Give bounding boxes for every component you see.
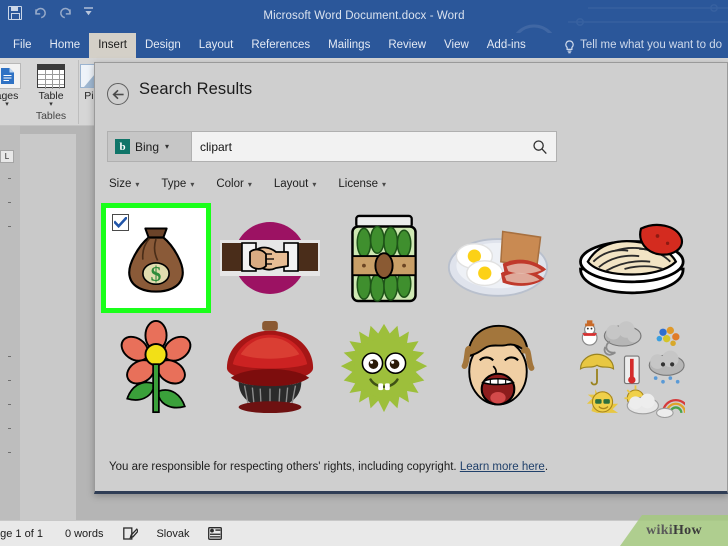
filter-layout-label: Layout: [273, 178, 309, 190]
search-engine-selector[interactable]: b Bing ▾: [107, 131, 191, 162]
tab-layout[interactable]: Layout: [190, 33, 243, 58]
proofing-errors-icon[interactable]: [123, 527, 140, 540]
title-bar: Microsoft Word Document.docx - Word: [0, 0, 728, 33]
tab-design[interactable]: Design: [136, 33, 190, 58]
filter-layout[interactable]: Layout ▾: [274, 178, 317, 190]
filter-size[interactable]: Size ▾: [109, 178, 139, 190]
watermark-how: How: [672, 522, 702, 538]
search-input[interactable]: [200, 139, 532, 154]
tab-view[interactable]: View: [435, 33, 478, 58]
tell-me-search[interactable]: Tell me what you want to do: [564, 33, 724, 58]
handshake-artwork: [215, 203, 325, 313]
filter-bar: Size ▾ Type ▾ Color ▾ Layout ▾ License ▾: [109, 173, 386, 195]
result-breakfast-plate-clipart[interactable]: [443, 203, 553, 313]
filter-size-label: Size: [109, 178, 132, 190]
result-pickle-jar-clipart[interactable]: [329, 203, 439, 313]
table-button[interactable]: Table ▾: [30, 60, 72, 109]
filter-license-label: License: [338, 178, 379, 190]
chevron-down-icon[interactable]: ▾: [165, 142, 169, 151]
pickle-jar-artwork: [329, 203, 439, 313]
disclaimer-period: .: [544, 461, 549, 473]
window-title: Microsoft Word Document.docx - Word: [263, 10, 465, 22]
selected-checkbox[interactable]: [112, 214, 129, 231]
watermark-wiki: wiki: [646, 522, 673, 538]
table-icon: [37, 62, 65, 90]
learn-more-link[interactable]: Learn more here: [460, 461, 545, 473]
insert-pictures-dialog: Search Results b Bing ▾ Size: [94, 62, 728, 494]
green-monster-artwork: [329, 313, 439, 423]
filter-license[interactable]: License ▾: [338, 178, 386, 190]
language-status[interactable]: Slovak: [156, 528, 189, 540]
result-handshake-clipart[interactable]: [215, 203, 325, 313]
status-bar: age 1 of 1 0 words Slovak: [0, 520, 728, 546]
result-red-flower-clipart[interactable]: [101, 313, 211, 423]
chevron-down-icon: ▾: [312, 179, 317, 189]
tab-addins[interactable]: Add-ins: [478, 33, 535, 58]
results-row: [101, 313, 723, 423]
ribbon-tab-bar: File Home Insert Design Layout Reference…: [0, 33, 728, 58]
result-green-monster-clipart[interactable]: [329, 313, 439, 423]
weather-icons-artwork: [575, 313, 685, 423]
word-count-status[interactable]: 0 words: [65, 528, 104, 540]
tell-me-label: Tell me what you want to do: [580, 39, 722, 51]
svg-text:$: $: [151, 262, 162, 286]
laughing-boy-artwork: [443, 313, 553, 423]
page-count-status[interactable]: age 1 of 1: [0, 528, 43, 540]
copyright-disclaimer: You are responsible for respecting other…: [109, 461, 548, 473]
filter-type-label: Type: [161, 178, 187, 190]
pages-button[interactable]: ages ▾: [0, 60, 28, 109]
dialog-title: Search Results: [139, 80, 253, 98]
ribbon-group-pages: ages ▾: [0, 60, 28, 124]
tab-file[interactable]: File: [4, 33, 41, 58]
pages-caret-icon[interactable]: ▾: [5, 101, 9, 109]
spaghetti-plate-artwork: [575, 203, 685, 313]
tab-review[interactable]: Review: [379, 33, 435, 58]
results-row: $: [101, 203, 723, 313]
result-money-bag-clipart[interactable]: $: [101, 203, 211, 313]
chevron-down-icon: ▾: [382, 179, 387, 189]
lightbulb-icon: [564, 39, 575, 53]
chevron-down-icon: ▾: [247, 179, 252, 189]
search-engine-label: Bing: [135, 139, 160, 154]
chevron-down-icon: ▾: [190, 179, 195, 189]
tab-references[interactable]: References: [242, 33, 319, 58]
tab-home[interactable]: Home: [41, 33, 90, 58]
disclaimer-text: You are responsible for respecting other…: [109, 461, 457, 473]
ribbon-tabs: File Home Insert Design Layout Reference…: [4, 33, 535, 58]
tab-mailings[interactable]: Mailings: [319, 33, 379, 58]
result-laughing-boy-clipart[interactable]: [443, 313, 553, 423]
wikihow-watermark: wiki How: [620, 515, 728, 546]
filter-color-label: Color: [216, 178, 244, 190]
table-caret-icon[interactable]: ▾: [49, 101, 53, 109]
tab-insert[interactable]: Insert: [89, 33, 136, 58]
result-spaghetti-plate-clipart[interactable]: [557, 203, 685, 313]
document-page[interactable]: [20, 134, 76, 520]
red-flower-artwork: [101, 313, 211, 423]
bing-icon: b: [115, 139, 130, 154]
search-field[interactable]: [191, 131, 557, 162]
vertical-ruler: [0, 126, 20, 520]
pages-button-label: ages: [0, 90, 19, 102]
filter-type[interactable]: Type ▾: [161, 178, 194, 190]
tab-stop-selector[interactable]: L: [0, 150, 14, 163]
result-weather-icons-clipart[interactable]: [557, 313, 685, 423]
word-application-window: Microsoft Word Document.docx - Word File…: [0, 0, 728, 546]
result-red-lamp-clipart[interactable]: [215, 313, 325, 423]
back-arrow-icon[interactable]: [107, 83, 129, 105]
dialog-header: Search Results: [95, 63, 727, 121]
filter-color[interactable]: Color ▾: [216, 178, 252, 190]
accessibility-checker-icon[interactable]: [207, 527, 222, 540]
search-row: b Bing ▾: [107, 131, 557, 162]
page-break-icon: [0, 62, 21, 90]
breakfast-plate-artwork: [443, 203, 553, 313]
search-results-grid: $: [101, 203, 723, 428]
chevron-down-icon: ▾: [135, 179, 140, 189]
tables-group-title: Tables: [35, 110, 67, 122]
red-lamp-artwork: [215, 313, 325, 423]
magnifier-icon[interactable]: [532, 139, 548, 155]
